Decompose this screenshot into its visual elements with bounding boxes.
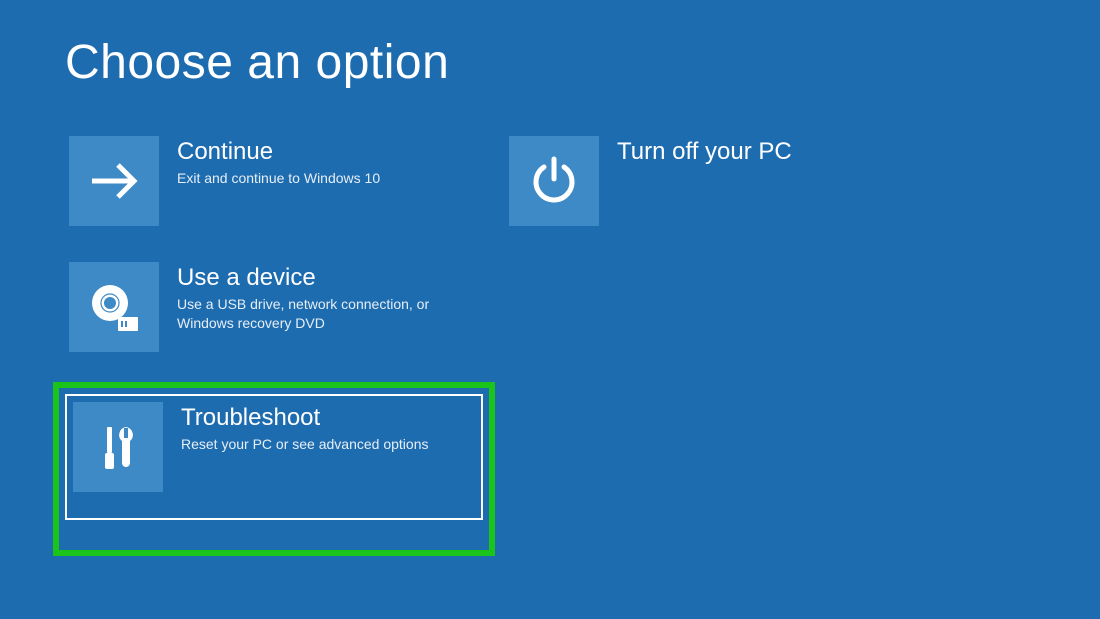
option-text: Continue Exit and continue to Windows 10 (177, 136, 380, 188)
selection-border: Troubleshoot Reset your PC or see advanc… (65, 394, 483, 520)
option-use-device[interactable]: Use a device Use a USB drive, network co… (65, 258, 495, 356)
option-desc: Exit and continue to Windows 10 (177, 169, 380, 188)
disc-device-icon (69, 262, 159, 352)
option-title: Troubleshoot (181, 404, 428, 432)
grid-spacer (505, 258, 935, 356)
highlight-box: Troubleshoot Reset your PC or see advanc… (53, 382, 495, 556)
option-desc: Reset your PC or see advanced options (181, 435, 428, 454)
option-text: Use a device Use a USB drive, network co… (177, 262, 457, 333)
option-text: Turn off your PC (617, 136, 792, 169)
option-troubleshoot[interactable]: Troubleshoot Reset your PC or see advanc… (73, 402, 475, 492)
option-desc: Use a USB drive, network connection, or … (177, 295, 457, 333)
arrow-right-icon (69, 136, 159, 226)
options-grid: Continue Exit and continue to Windows 10… (65, 132, 1035, 556)
power-icon (509, 136, 599, 226)
option-title: Use a device (177, 264, 457, 292)
option-continue[interactable]: Continue Exit and continue to Windows 10 (65, 132, 495, 230)
tools-icon (73, 402, 163, 492)
option-turn-off[interactable]: Turn off your PC (505, 132, 935, 230)
recovery-screen: Choose an option Continue Exit and conti… (0, 0, 1100, 619)
page-title: Choose an option (65, 35, 1035, 90)
option-text: Troubleshoot Reset your PC or see advanc… (181, 402, 428, 454)
option-title: Continue (177, 138, 380, 166)
option-title: Turn off your PC (617, 138, 792, 166)
